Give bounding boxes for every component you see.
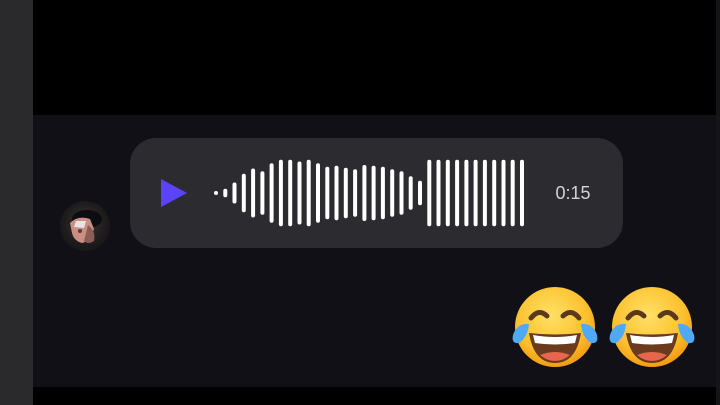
- waveform-bar: [510, 159, 515, 227]
- avatar-image: [70, 210, 102, 243]
- right-edge: [716, 0, 720, 405]
- waveform-bar: [380, 166, 385, 220]
- waveform-bar: [501, 159, 506, 227]
- waveform-bar: [436, 159, 441, 227]
- waveform-bar: [455, 159, 460, 227]
- waveform-bar: [418, 180, 422, 206]
- play-icon: [161, 179, 187, 207]
- waveform-bar: [473, 159, 478, 227]
- waveform-bar: [325, 166, 330, 220]
- waveform-bar: [316, 163, 320, 223]
- face-with-tears-of-joy-icon: [609, 287, 695, 367]
- waveform-bar: [288, 159, 293, 227]
- waveform-bar: [408, 176, 413, 210]
- waveform-bar: [353, 169, 358, 217]
- waveform-bar: [362, 165, 367, 221]
- waveform-bar: [427, 159, 432, 227]
- top-blank-area: [33, 0, 716, 115]
- voice-duration: 0:15: [555, 183, 591, 203]
- waveform-bar: [260, 171, 265, 215]
- waveform-bar: [334, 165, 339, 221]
- waveform-bar: [232, 182, 237, 204]
- waveform-bar: [399, 171, 404, 215]
- reaction-emoji[interactable]: [606, 283, 698, 375]
- waveform-bar: [482, 159, 487, 227]
- waveform-bar: [251, 168, 256, 218]
- waveform-bar: [390, 169, 395, 217]
- bottom-strip: [33, 387, 716, 405]
- left-sidebar: [0, 0, 33, 405]
- waveform-bar: [464, 159, 469, 227]
- waveform-bar: [445, 159, 450, 227]
- waveform-bar: [520, 159, 524, 227]
- audio-waveform[interactable]: [212, 156, 530, 230]
- face-with-tears-of-joy-icon: [512, 287, 598, 367]
- waveform-bar: [223, 188, 228, 198]
- waveform-bar: [306, 159, 311, 227]
- waveform-bar: [278, 159, 283, 227]
- voice-message-bubble[interactable]: 0:15: [130, 138, 623, 248]
- sender-avatar[interactable]: [60, 201, 110, 251]
- waveform-bar: [371, 165, 376, 221]
- waveform-bar: [214, 191, 218, 195]
- waveform-bar: [269, 163, 274, 223]
- waveform-bar: [297, 161, 302, 225]
- play-button[interactable]: [158, 176, 190, 210]
- reaction-emoji[interactable]: [509, 283, 601, 375]
- waveform-bar: [492, 159, 497, 227]
- waveform-bar: [343, 167, 348, 219]
- waveform-bar: [241, 173, 246, 213]
- chat-screen: 0:15: [0, 0, 720, 405]
